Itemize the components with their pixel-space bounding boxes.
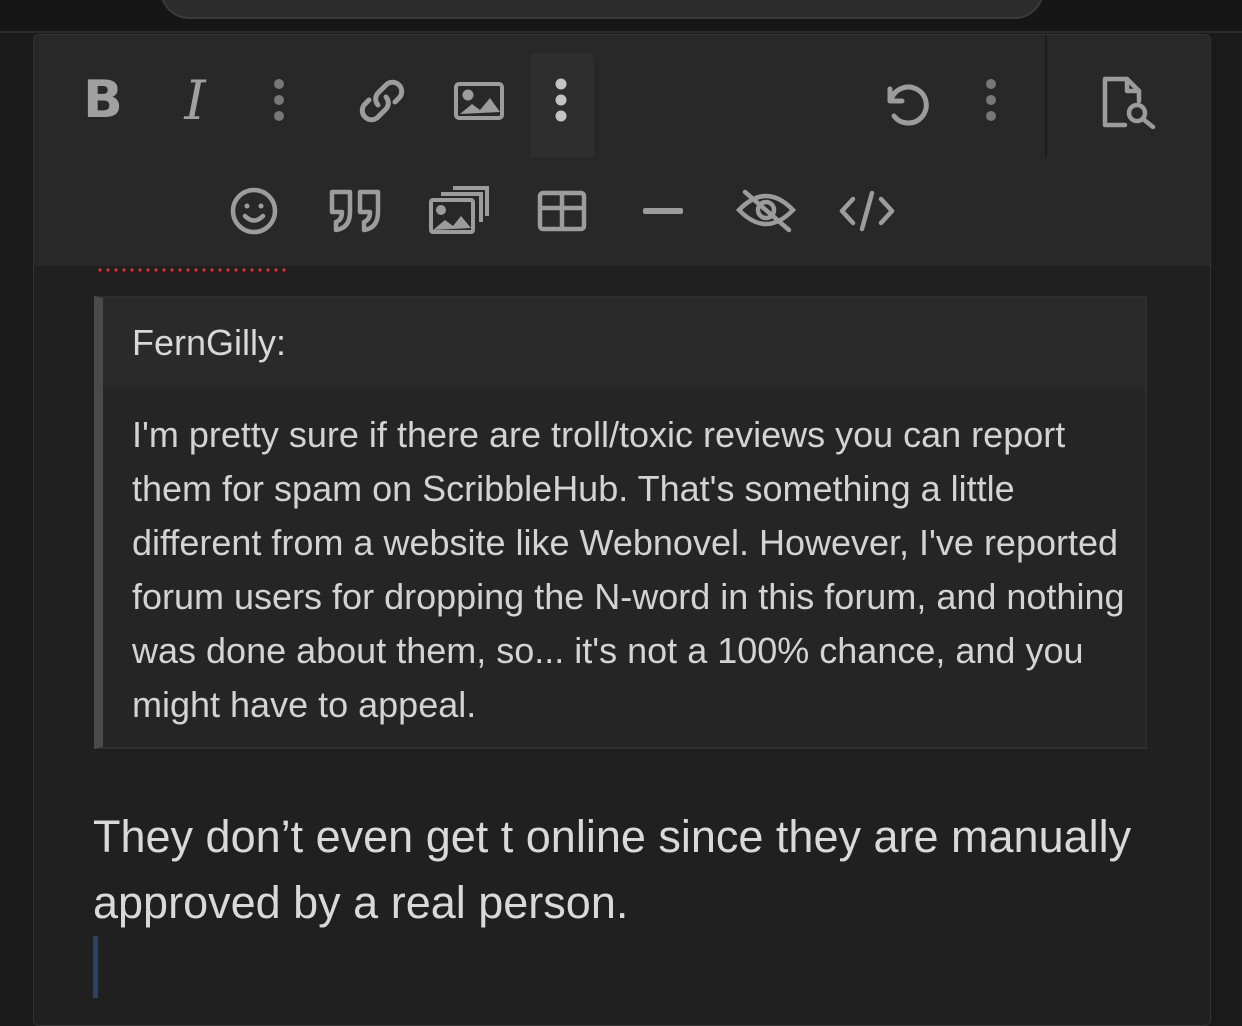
preview-document-icon bbox=[1102, 76, 1156, 129]
editor-toolbar: B I bbox=[34, 35, 1210, 266]
insert-more-button[interactable] bbox=[546, 75, 576, 125]
emoji-button[interactable] bbox=[226, 183, 282, 239]
quote-button[interactable] bbox=[326, 185, 386, 237]
reply-text: They don’t even get t online since they … bbox=[93, 811, 1132, 928]
toolbar-row-primary: B I bbox=[34, 35, 1210, 157]
italic-icon: I bbox=[184, 68, 206, 132]
vertical-dots-icon bbox=[555, 78, 567, 122]
divider bbox=[0, 31, 1242, 33]
spellcheck-underline bbox=[96, 266, 288, 274]
vertical-dots-icon bbox=[274, 79, 284, 121]
italic-button[interactable]: I bbox=[166, 65, 224, 135]
history-more-button[interactable] bbox=[976, 75, 1006, 125]
gallery-button[interactable] bbox=[428, 185, 490, 237]
code-icon bbox=[839, 190, 895, 232]
toolbar-row-secondary bbox=[34, 157, 1210, 266]
text-caret bbox=[93, 936, 98, 998]
undo-button[interactable] bbox=[876, 75, 936, 131]
blockquote: FernGilly: I'm pretty sure if there are … bbox=[94, 296, 1147, 749]
minus-icon bbox=[643, 208, 683, 214]
editor-content[interactable]: FernGilly: I'm pretty sure if there are … bbox=[34, 266, 1210, 1025]
eye-slash-icon bbox=[735, 189, 797, 233]
bold-icon: B bbox=[83, 70, 123, 130]
smiley-icon bbox=[230, 187, 278, 235]
image-icon bbox=[454, 82, 504, 120]
link-button[interactable] bbox=[352, 73, 412, 129]
table-button[interactable] bbox=[534, 187, 590, 235]
spoiler-button[interactable] bbox=[732, 187, 800, 235]
rich-text-editor[interactable]: B I FernGilly: I'm pretty sure if there … bbox=[33, 34, 1211, 1026]
title-input-pill[interactable] bbox=[160, 0, 1044, 19]
toolbar-separator bbox=[1045, 35, 1047, 157]
vertical-dots-icon bbox=[986, 79, 996, 121]
undo-icon bbox=[887, 84, 929, 126]
gallery-icon bbox=[429, 186, 489, 234]
quote-body: I'm pretty sure if there are troll/toxic… bbox=[132, 414, 1125, 725]
table-icon bbox=[537, 190, 587, 232]
link-icon bbox=[359, 79, 405, 123]
quote-icon bbox=[329, 189, 381, 233]
quote-header: FernGilly: bbox=[103, 298, 1145, 388]
horizontal-rule-button[interactable] bbox=[638, 197, 688, 225]
image-button[interactable] bbox=[450, 79, 508, 123]
quote-author: FernGilly: bbox=[132, 322, 287, 363]
top-bar bbox=[0, 0, 1242, 32]
text-more-button[interactable] bbox=[264, 75, 294, 125]
code-button[interactable] bbox=[836, 187, 898, 235]
preview-button[interactable] bbox=[1096, 73, 1160, 131]
bold-button[interactable]: B bbox=[74, 65, 132, 135]
